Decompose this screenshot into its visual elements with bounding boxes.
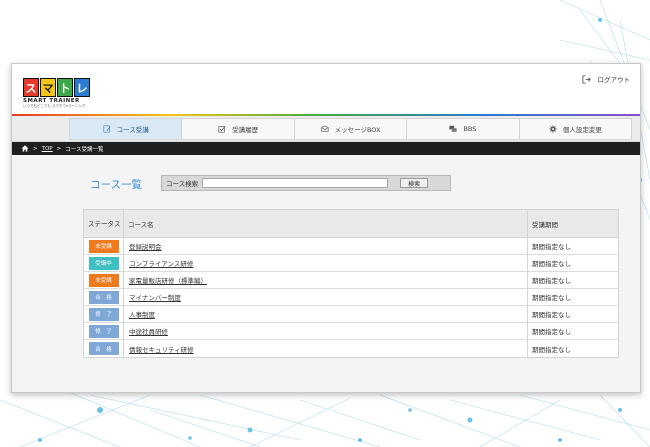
app-window: ス マ ト レ SMART TRAINER いつでもどこでも スマホでeラーニン… [11,63,641,393]
logo-subtext: いつでもどこでも スマホでeラーニング [23,104,86,108]
period-cell: 期間指定なし [532,328,571,336]
period-cell: 期間指定なし [532,311,571,319]
breadcrumb-current: コース受講一覧 [65,146,104,153]
tab-message-box-label: メッセージBOX [334,126,381,134]
home-icon[interactable] [21,145,29,152]
tab-settings[interactable]: 個人設定変更 [519,118,633,140]
course-link[interactable]: 情報セキュリティ研修 [129,344,194,354]
status-badge: 修 了 [88,324,119,338]
logout-icon [581,74,591,84]
logo[interactable]: ス マ ト レ SMART TRAINER いつでもどこでも スマホでeラーニン… [23,78,93,110]
table-row: 合 格 マイナンバー制度 期間指定なし [84,289,618,306]
table-header: ステータス コース名 受講期間 [84,210,618,238]
tab-bbs[interactable]: BBS [407,118,520,140]
course-link[interactable]: 人事制度 [129,309,155,319]
status-badge: 修 了 [88,307,119,321]
status-badge: 受講中 [88,256,119,270]
search-label: コース検索 [166,180,199,188]
main-content: コース一覧 コース検索 検索 ステータス コース名 受講期間 未受講 登録説明会… [12,155,640,392]
tab-history[interactable]: 受講履歴 [182,118,295,140]
table-row: 修 了 人事制度 期間指定なし [84,306,618,323]
table-row: 合 格 情報セキュリティ研修 期間指定なし [84,340,618,357]
tab-settings-label: 個人設定変更 [562,126,602,134]
period-cell: 期間指定なし [532,294,571,302]
table-row: 受講中 コンプライアンス研修 期間指定なし [84,255,618,272]
main-nav: コース受講 受講履歴 メッセージBOX BBS 個人設定変更 [12,116,640,142]
chat-icon [449,125,458,132]
period-cell: 期間指定なし [532,277,571,285]
breadcrumb: > TOP > コース受講一覧 [12,142,640,155]
period-cell: 期間指定なし [532,260,571,268]
course-link[interactable]: 家電量販店研修（標準編） [129,275,207,285]
status-badge: 未受講 [88,273,119,287]
status-badge: 合 格 [88,290,119,304]
logo-block-2: マ [40,78,56,97]
breadcrumb-sep-2: > [56,145,62,152]
logo-block-1: ス [23,78,39,97]
edit-icon [103,125,111,133]
tab-course[interactable]: コース受講 [69,118,183,140]
course-link[interactable]: 登録説明会 [129,241,162,251]
logo-block-4: レ [74,78,90,97]
course-link[interactable]: 中途社員研修 [129,326,168,336]
logout-button[interactable]: ログアウト [581,74,631,84]
breadcrumb-sep: > [33,145,38,152]
period-cell: 期間指定なし [532,345,571,354]
tab-course-label: コース受講 [116,126,149,134]
header-status: ステータス [84,210,124,237]
header: ス マ ト レ SMART TRAINER いつでもどこでも スマホでeラーニン… [12,64,640,114]
period-cell: 期間指定なし [532,243,571,251]
status-badge: 未受講 [88,239,119,253]
logout-label: ログアウト [597,76,631,84]
search-box: コース検索 検索 [161,175,451,191]
tab-bbs-label: BBS [463,125,477,133]
table-row: 未受講 家電量販店研修（標準編） 期間指定なし [84,272,618,289]
course-link[interactable]: マイナンバー制度 [129,292,181,302]
message-icon [321,125,329,132]
page-title: コース一覧 [90,179,142,191]
course-table: ステータス コース名 受講期間 未受講 登録説明会 期間指定なし 受講中 コンプ… [83,209,619,358]
header-period: 受講期間 [532,220,558,229]
header-course-name: コース名 [124,210,528,237]
gear-icon [549,125,557,133]
logo-block-3: ト [57,78,73,97]
search-button[interactable]: 検索 [400,178,429,188]
tab-message-box[interactable]: メッセージBOX [294,118,408,140]
course-link[interactable]: コンプライアンス研修 [129,258,193,268]
checkbox-icon [218,125,226,133]
status-badge: 合 格 [88,342,119,355]
breadcrumb-top-link[interactable]: TOP [42,146,53,152]
tab-history-label: 受講履歴 [232,126,259,134]
table-row: 修 了 中途社員研修 期間指定なし [84,323,618,340]
search-input[interactable] [202,178,389,188]
table-row: 未受講 登録説明会 期間指定なし [84,238,618,255]
